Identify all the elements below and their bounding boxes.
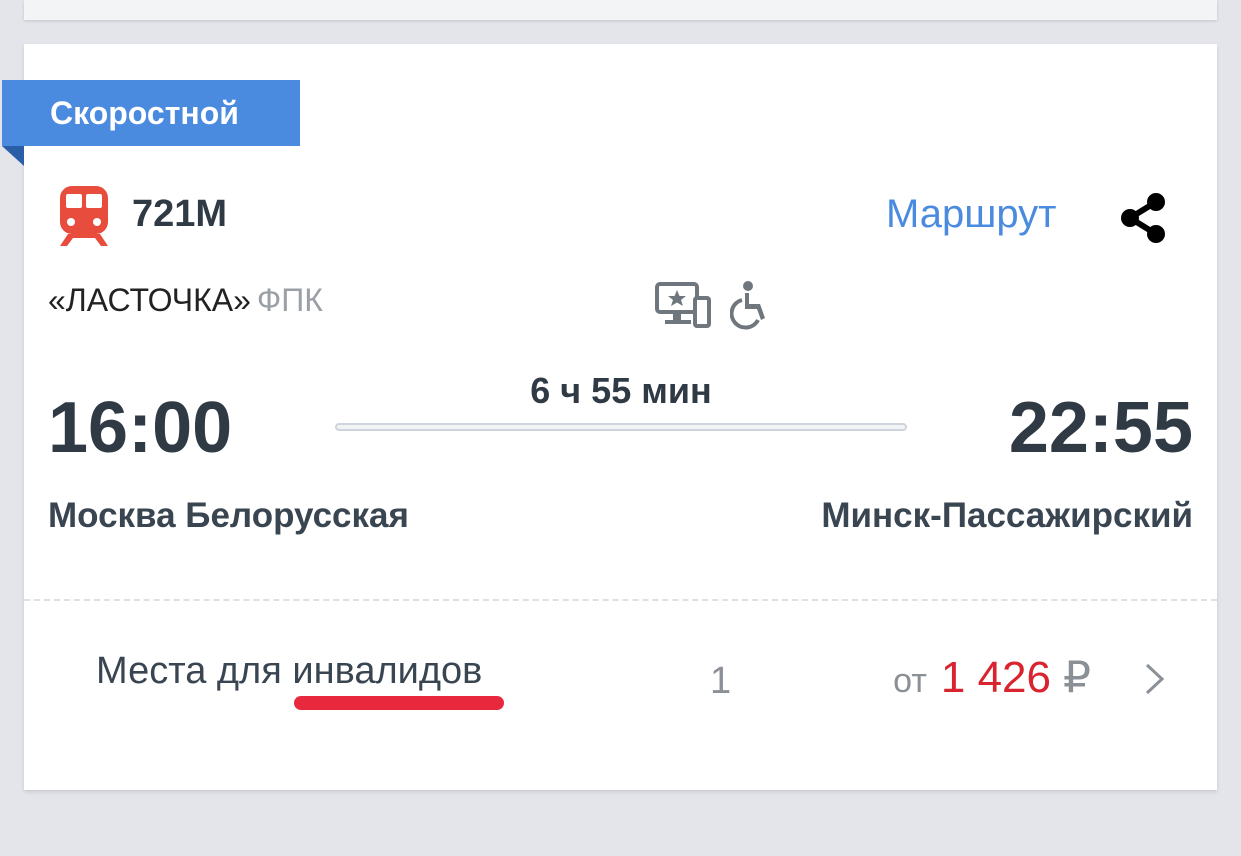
category-badge: Скоростной bbox=[2, 80, 300, 146]
trip-timeline-bar bbox=[335, 423, 907, 431]
trip-duration: 6 ч 55 мин bbox=[530, 370, 712, 411]
media-screen-icon bbox=[655, 282, 711, 328]
seat-type-label[interactable]: Места для инвалидов bbox=[96, 650, 482, 693]
carrier-name: ФПК bbox=[256, 282, 323, 318]
available-seat-count: 1 bbox=[710, 660, 732, 702]
train-number: 721М bbox=[132, 193, 228, 235]
price-prefix: от bbox=[893, 662, 927, 700]
arrival-time: 22:55 bbox=[1008, 388, 1193, 468]
train-brand-name: «ЛАСТОЧКА» bbox=[48, 282, 251, 318]
currency-sign: ₽ bbox=[1063, 653, 1091, 702]
card-divider bbox=[24, 599, 1217, 601]
departure-time: 16:00 bbox=[48, 388, 233, 468]
train-name: «ЛАСТОЧКА» ФПК bbox=[48, 282, 323, 319]
seat-price[interactable]: от 1 426 ₽ bbox=[893, 652, 1091, 703]
annotation-underline bbox=[294, 696, 504, 710]
wheelchair-icon bbox=[730, 281, 765, 330]
price-value: 1 426 bbox=[940, 653, 1051, 702]
train-icon bbox=[60, 186, 108, 246]
route-link[interactable]: Маршрут bbox=[886, 192, 1056, 237]
share-icon[interactable] bbox=[1118, 192, 1168, 244]
previous-card-edge bbox=[24, 0, 1217, 20]
chevron-right-icon[interactable] bbox=[1142, 662, 1168, 696]
departure-station: Москва Белорусская bbox=[48, 496, 409, 535]
arrival-station: Минск-Пассажирский bbox=[821, 496, 1193, 535]
badge-fold bbox=[2, 146, 24, 166]
